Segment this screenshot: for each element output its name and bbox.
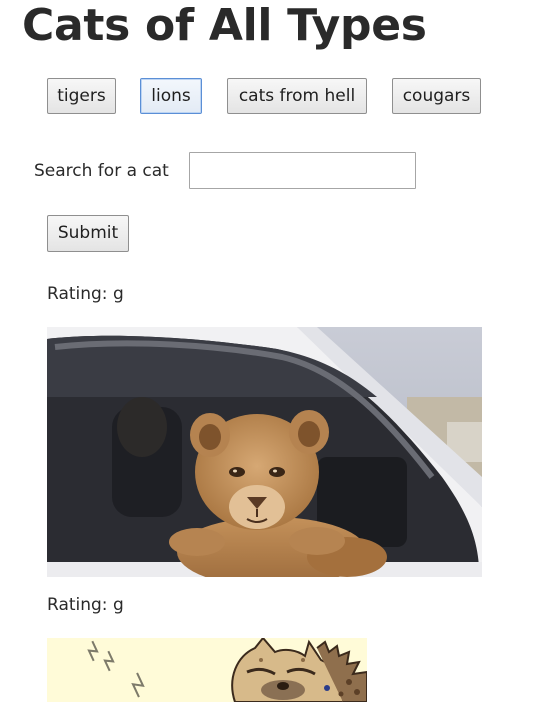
topic-button-lions[interactable]: lions xyxy=(140,78,202,114)
hyena-cartoon-gif xyxy=(47,638,367,702)
lion-cub-gif xyxy=(47,327,482,577)
rating-label: Rating: g xyxy=(47,595,124,615)
topic-button-cougars[interactable]: cougars xyxy=(392,78,481,114)
sleeping-hyena-cartoon-image xyxy=(47,638,367,702)
search-label: Search for a cat xyxy=(34,161,169,181)
lion-cub-in-car-image xyxy=(47,327,482,577)
rating-label: Rating: g xyxy=(47,284,124,304)
topic-button-tigers[interactable]: tigers xyxy=(47,78,116,114)
page-title: Cats of All Types xyxy=(22,0,427,51)
submit-button[interactable]: Submit xyxy=(47,215,129,252)
search-input[interactable] xyxy=(189,152,416,189)
topic-button-cats-from-hell[interactable]: cats from hell xyxy=(227,78,367,114)
